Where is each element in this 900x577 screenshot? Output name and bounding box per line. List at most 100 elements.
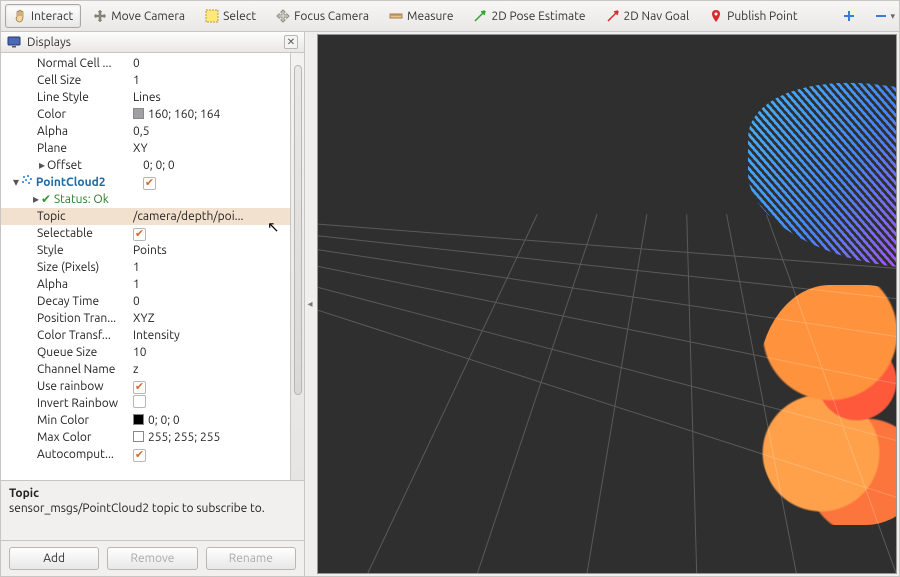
arrow-green-icon bbox=[473, 9, 487, 23]
property-row[interactable]: Size (Pixels)1 bbox=[1, 259, 290, 276]
property-row[interactable]: Use rainbow bbox=[1, 378, 290, 395]
property-label: Size (Pixels) bbox=[37, 259, 133, 276]
property-value[interactable]: /camera/depth/poi... bbox=[133, 208, 286, 225]
property-value[interactable]: 0; 0; 0 bbox=[143, 157, 286, 174]
property-value[interactable]: 1 bbox=[133, 259, 286, 276]
property-label: Alpha bbox=[37, 276, 133, 293]
remove-button[interactable]: Remove bbox=[107, 547, 197, 570]
focus-icon bbox=[276, 9, 290, 23]
property-value[interactable]: 160; 160; 164 bbox=[133, 106, 286, 123]
property-row[interactable]: Channel Namez bbox=[1, 361, 290, 378]
property-label: Topic bbox=[37, 208, 133, 225]
property-value[interactable]: 1 bbox=[133, 72, 286, 89]
property-value[interactable]: 1 bbox=[133, 276, 286, 293]
property-value[interactable]: Points bbox=[133, 242, 286, 259]
nav-2d-label: 2D Nav Goal bbox=[624, 10, 690, 23]
property-label: Color bbox=[37, 106, 133, 123]
property-value[interactable]: 0,5 bbox=[133, 123, 286, 140]
property-row[interactable]: Normal Cell ...0 bbox=[1, 55, 290, 72]
property-row[interactable]: Topic/camera/depth/poi... bbox=[1, 208, 290, 225]
expander-icon[interactable]: ▸ bbox=[37, 157, 47, 174]
property-row[interactable]: ▸Offset0; 0; 0 bbox=[1, 157, 290, 174]
rename-button[interactable]: Rename bbox=[206, 547, 296, 570]
property-label: Selectable bbox=[37, 225, 133, 242]
property-value[interactable]: 0; 0; 0 bbox=[133, 412, 286, 429]
expander-icon[interactable]: ▸ bbox=[31, 191, 41, 208]
property-row[interactable]: Invert Rainbow bbox=[1, 395, 290, 412]
property-value[interactable]: z bbox=[133, 361, 286, 378]
property-row[interactable]: Autocomput... bbox=[1, 446, 290, 463]
property-row[interactable]: Alpha0,5 bbox=[1, 123, 290, 140]
checkbox[interactable] bbox=[133, 381, 146, 394]
property-row[interactable]: Selectable bbox=[1, 225, 290, 242]
focus-camera-label: Focus Camera bbox=[294, 10, 369, 23]
property-label: Channel Name bbox=[37, 361, 133, 378]
property-row[interactable]: Color Transf...Intensity bbox=[1, 327, 290, 344]
property-row[interactable]: Line StyleLines bbox=[1, 89, 290, 106]
add-button[interactable]: Add bbox=[9, 547, 99, 570]
property-value[interactable]: XY bbox=[133, 140, 286, 157]
panel-title-text: Displays bbox=[27, 36, 278, 49]
property-value[interactable]: 255; 255; 255 bbox=[133, 429, 286, 446]
property-label: ✔ Status: Ok bbox=[41, 191, 143, 208]
property-row[interactable]: Max Color255; 255; 255 bbox=[1, 429, 290, 446]
plus-icon[interactable] bbox=[842, 9, 856, 23]
property-value[interactable] bbox=[133, 395, 286, 413]
panel-collapse-gutter[interactable]: ◂ bbox=[305, 32, 315, 576]
property-label: Line Style bbox=[37, 89, 133, 106]
move-camera-button[interactable]: Move Camera bbox=[85, 4, 193, 28]
property-value[interactable] bbox=[133, 446, 286, 463]
chevron-left-icon: ◂ bbox=[307, 298, 312, 310]
property-row[interactable]: Alpha1 bbox=[1, 276, 290, 293]
property-row[interactable]: Min Color0; 0; 0 bbox=[1, 412, 290, 429]
property-row[interactable]: StylePoints bbox=[1, 242, 290, 259]
minus-dropdown-icon[interactable]: ▾ bbox=[890, 11, 895, 22]
property-value[interactable] bbox=[143, 174, 286, 191]
property-row[interactable]: Cell Size1 bbox=[1, 72, 290, 89]
pose-2d-button[interactable]: 2D Pose Estimate bbox=[465, 4, 593, 28]
move-camera-label: Move Camera bbox=[111, 10, 185, 23]
property-row[interactable]: Position Tran...XYZ bbox=[1, 310, 290, 327]
checkmark-icon: ✔ bbox=[41, 193, 54, 206]
checkbox[interactable] bbox=[133, 449, 146, 462]
pose-2d-label: 2D Pose Estimate bbox=[491, 10, 585, 23]
property-value[interactable]: Lines bbox=[133, 89, 286, 106]
checkbox[interactable] bbox=[133, 395, 146, 408]
focus-camera-button[interactable]: Focus Camera bbox=[268, 4, 377, 28]
property-label: Position Tran... bbox=[37, 310, 133, 327]
property-value[interactable]: XYZ bbox=[133, 310, 286, 327]
property-value[interactable]: 0 bbox=[133, 293, 286, 310]
toolbar: Interact Move Camera Select Focus Camera… bbox=[1, 1, 899, 32]
property-value[interactable]: 10 bbox=[133, 344, 286, 361]
checkbox[interactable] bbox=[133, 228, 146, 241]
property-value[interactable] bbox=[133, 225, 286, 242]
property-label: PointCloud2 bbox=[21, 174, 143, 191]
measure-button[interactable]: Measure bbox=[381, 4, 461, 28]
interact-button[interactable]: Interact bbox=[5, 4, 81, 28]
description-title: Topic bbox=[9, 487, 296, 500]
tree-scrollbar[interactable] bbox=[290, 53, 304, 480]
arrow-red-icon bbox=[606, 9, 620, 23]
property-value[interactable] bbox=[133, 378, 286, 395]
property-row[interactable]: ▸✔ Status: Ok bbox=[1, 191, 290, 208]
publish-point-button[interactable]: Publish Point bbox=[701, 4, 805, 28]
select-button[interactable]: Select bbox=[197, 4, 264, 28]
minus-icon[interactable] bbox=[874, 9, 888, 23]
interact-label: Interact bbox=[31, 10, 73, 23]
property-row[interactable]: PlaneXY bbox=[1, 140, 290, 157]
property-tree[interactable]: Normal Cell ...0Cell Size1Line StyleLine… bbox=[1, 53, 290, 480]
panel-button-row: Add Remove Rename bbox=[1, 540, 304, 576]
checkbox[interactable] bbox=[143, 177, 156, 190]
property-row[interactable]: Decay Time0 bbox=[1, 293, 290, 310]
panel-close-button[interactable]: ✕ bbox=[284, 35, 298, 49]
property-row[interactable]: ▾ PointCloud2 bbox=[1, 174, 290, 191]
property-label: Max Color bbox=[37, 429, 133, 446]
property-row[interactable]: Queue Size10 bbox=[1, 344, 290, 361]
3d-view[interactable] bbox=[317, 34, 897, 574]
property-value[interactable]: Intensity bbox=[133, 327, 286, 344]
nav-2d-button[interactable]: 2D Nav Goal bbox=[598, 4, 698, 28]
property-value[interactable]: 0 bbox=[133, 55, 286, 72]
displays-panel-title[interactable]: Displays ✕ bbox=[1, 32, 304, 53]
expander-icon[interactable]: ▾ bbox=[11, 174, 21, 191]
property-row[interactable]: Color160; 160; 164 bbox=[1, 106, 290, 123]
